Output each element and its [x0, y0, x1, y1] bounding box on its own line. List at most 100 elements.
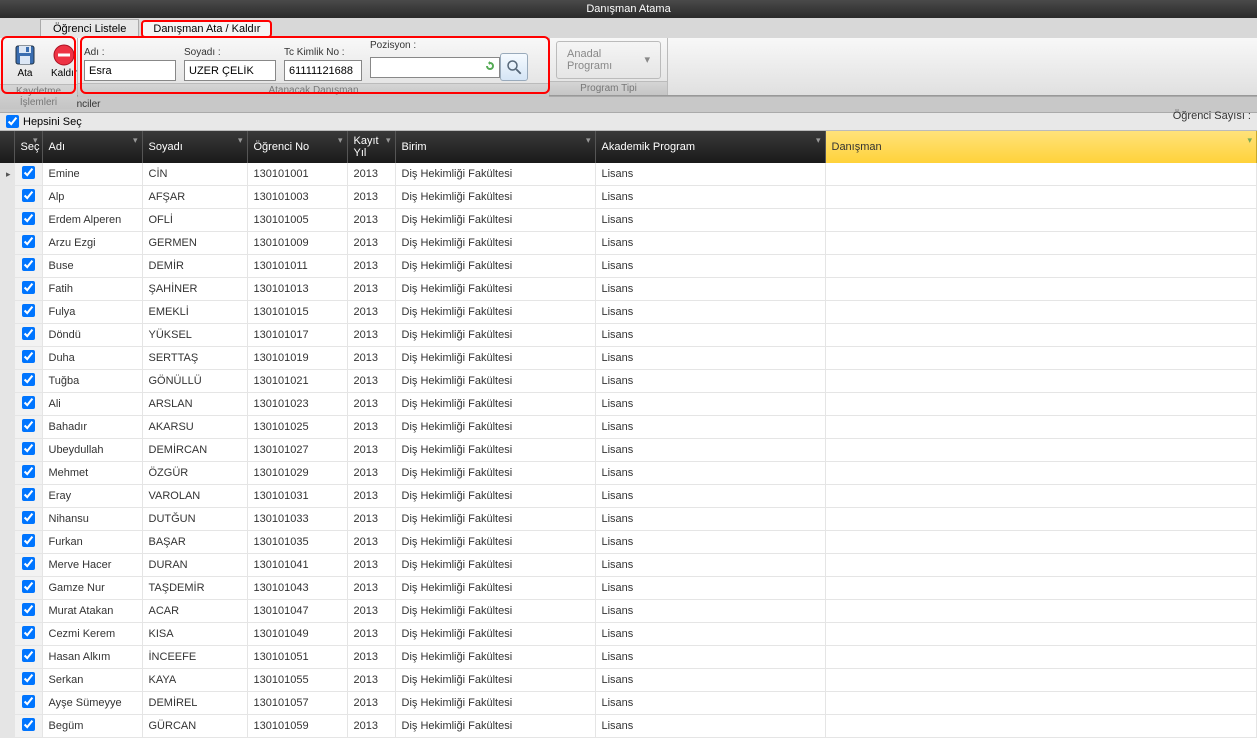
table-row[interactable]: DuhaSERTTAŞ1301010192013Diş Hekimliği Fa…	[0, 347, 1257, 370]
col-danisman[interactable]: Danışman▾	[825, 131, 1257, 163]
row-checkbox[interactable]	[22, 718, 35, 731]
cell-danisman	[825, 600, 1257, 623]
col-sec[interactable]: Seç▾	[14, 131, 42, 163]
table-row[interactable]: BahadırAKARSU1301010252013Diş Hekimliği …	[0, 416, 1257, 439]
cell-program: Lisans	[595, 255, 825, 278]
col-birim[interactable]: Birim▾	[395, 131, 595, 163]
row-checkbox[interactable]	[22, 649, 35, 662]
row-checkbox[interactable]	[22, 350, 35, 363]
table-row[interactable]: FatihŞAHİNER1301010132013Diş Hekimliği F…	[0, 278, 1257, 301]
table-row[interactable]: ErayVAROLAN1301010312013Diş Hekimliği Fa…	[0, 485, 1257, 508]
filter-icon[interactable]: ▾	[586, 135, 591, 146]
table-row[interactable]: SerkanKAYA1301010552013Diş Hekimliği Fak…	[0, 669, 1257, 692]
row-checkbox[interactable]	[22, 580, 35, 593]
pozisyon-input[interactable]	[370, 57, 500, 78]
table-row[interactable]: Erdem AlperenOFLİ1301010052013Diş Hekiml…	[0, 209, 1257, 232]
row-checkbox[interactable]	[22, 396, 35, 409]
row-checkbox[interactable]	[22, 235, 35, 248]
filter-icon[interactable]: ▾	[33, 135, 38, 146]
row-checkbox-cell	[14, 255, 42, 278]
table-row[interactable]: Arzu EzgiGERMEN1301010092013Diş Hekimliğ…	[0, 232, 1257, 255]
filter-icon[interactable]: ▾	[238, 135, 243, 146]
filter-icon[interactable]: ▾	[816, 135, 821, 146]
select-all-checkbox[interactable]	[6, 115, 19, 128]
row-checkbox[interactable]	[22, 189, 35, 202]
table-row[interactable]: ▸EmineCİN1301010012013Diş Hekimliği Fakü…	[0, 163, 1257, 186]
table-row[interactable]: Merve HacerDURAN1301010412013Diş Hekimli…	[0, 554, 1257, 577]
cell-soyadi: BAŞAR	[142, 531, 247, 554]
cell-kayityil: 2013	[347, 301, 395, 324]
row-checkbox[interactable]	[22, 212, 35, 225]
cell-ogrno: 130101025	[247, 416, 347, 439]
table-row[interactable]: Murat AtakanACAR1301010472013Diş Hekimli…	[0, 600, 1257, 623]
table-row[interactable]: BegümGÜRCAN1301010592013Diş Hekimliği Fa…	[0, 715, 1257, 738]
table-row[interactable]: NihansuDUTĞUN1301010332013Diş Hekimliği …	[0, 508, 1257, 531]
row-checkbox[interactable]	[22, 281, 35, 294]
row-checkbox[interactable]	[22, 465, 35, 478]
row-checkbox[interactable]	[22, 419, 35, 432]
row-checkbox[interactable]	[22, 166, 35, 179]
row-checkbox[interactable]	[22, 695, 35, 708]
row-indicator	[0, 462, 14, 485]
table-row[interactable]: TuğbaGÖNÜLLÜ1301010212013Diş Hekimliği F…	[0, 370, 1257, 393]
tab-ogrenci-listele[interactable]: Öğrenci Listele	[40, 19, 139, 38]
table-row[interactable]: BuseDEMİR1301010112013Diş Hekimliği Fakü…	[0, 255, 1257, 278]
cell-program: Lisans	[595, 186, 825, 209]
table-row[interactable]: FulyaEMEKLİ1301010152013Diş Hekimliği Fa…	[0, 301, 1257, 324]
table-row[interactable]: DöndüYÜKSEL1301010172013Diş Hekimliği Fa…	[0, 324, 1257, 347]
soyadi-input[interactable]	[184, 60, 276, 81]
row-checkbox-cell	[14, 416, 42, 439]
cell-danisman	[825, 301, 1257, 324]
search-button[interactable]	[500, 53, 528, 81]
filter-icon[interactable]: ▾	[386, 135, 391, 146]
table-row[interactable]: Hasan AlkımİNCEEFE1301010512013Diş Hekim…	[0, 646, 1257, 669]
cell-soyadi: DURAN	[142, 554, 247, 577]
select-all-label: Hepsini Seç	[23, 116, 82, 128]
table-row[interactable]: Ayşe SümeyyeDEMİREL1301010572013Diş Heki…	[0, 692, 1257, 715]
row-checkbox[interactable]	[22, 258, 35, 271]
row-checkbox[interactable]	[22, 304, 35, 317]
table-row[interactable]: AlpAFŞAR1301010032013Diş Hekimliği Fakül…	[0, 186, 1257, 209]
anadal-dropdown[interactable]: Anadal Programı	[556, 41, 661, 79]
student-grid[interactable]: Seç▾ Adı▾ Soyadı▾ Öğrenci No▾ Kayıt Yıl▾…	[0, 131, 1257, 738]
col-adi[interactable]: Adı▾	[42, 131, 142, 163]
table-row[interactable]: AliARSLAN1301010232013Diş Hekimliği Fakü…	[0, 393, 1257, 416]
filter-icon[interactable]: ▾	[1247, 135, 1252, 146]
row-checkbox[interactable]	[22, 488, 35, 501]
ribbon: Ata Kaldır Kaydetme İşlemleri Adı : Soya…	[0, 38, 1257, 96]
row-indicator	[0, 485, 14, 508]
table-row[interactable]: MehmetÖZGÜR1301010292013Diş Hekimliği Fa…	[0, 462, 1257, 485]
table-row[interactable]: Gamze NurTAŞDEMİR1301010432013Diş Hekiml…	[0, 577, 1257, 600]
col-ogrno[interactable]: Öğrenci No▾	[247, 131, 347, 163]
table-row[interactable]: Cezmi KeremKISA1301010492013Diş Hekimliğ…	[0, 623, 1257, 646]
refresh-icon[interactable]	[484, 60, 496, 75]
col-soyadi[interactable]: Soyadı▾	[142, 131, 247, 163]
row-checkbox[interactable]	[22, 603, 35, 616]
cell-soyadi: DEMİR	[142, 255, 247, 278]
filter-icon[interactable]: ▾	[133, 135, 138, 146]
cell-program: Lisans	[595, 646, 825, 669]
row-checkbox[interactable]	[22, 534, 35, 547]
filter-icon[interactable]: ▾	[338, 135, 343, 146]
row-checkbox[interactable]	[22, 442, 35, 455]
row-checkbox[interactable]	[22, 511, 35, 524]
table-row[interactable]: FurkanBAŞAR1301010352013Diş Hekimliği Fa…	[0, 531, 1257, 554]
row-checkbox[interactable]	[22, 327, 35, 340]
cell-ogrno: 130101005	[247, 209, 347, 232]
col-program[interactable]: Akademik Program▾	[595, 131, 825, 163]
row-checkbox[interactable]	[22, 373, 35, 386]
cell-kayityil: 2013	[347, 485, 395, 508]
row-checkbox[interactable]	[22, 672, 35, 685]
cell-birim: Diş Hekimliği Fakültesi	[395, 324, 595, 347]
row-checkbox[interactable]	[22, 626, 35, 639]
cell-ogrno: 130101001	[247, 163, 347, 186]
ata-button[interactable]: Ata	[6, 40, 44, 82]
adi-input[interactable]	[84, 60, 176, 81]
col-kayityil[interactable]: Kayıt Yıl▾	[347, 131, 395, 163]
row-indicator	[0, 232, 14, 255]
cell-danisman	[825, 646, 1257, 669]
table-row[interactable]: UbeydullahDEMİRCAN1301010272013Diş Hekim…	[0, 439, 1257, 462]
kaldir-label: Kaldır	[51, 68, 77, 79]
tc-input[interactable]	[284, 60, 362, 81]
tab-danisman-ata-kaldir[interactable]: Danışman Ata / Kaldır	[141, 20, 272, 38]
